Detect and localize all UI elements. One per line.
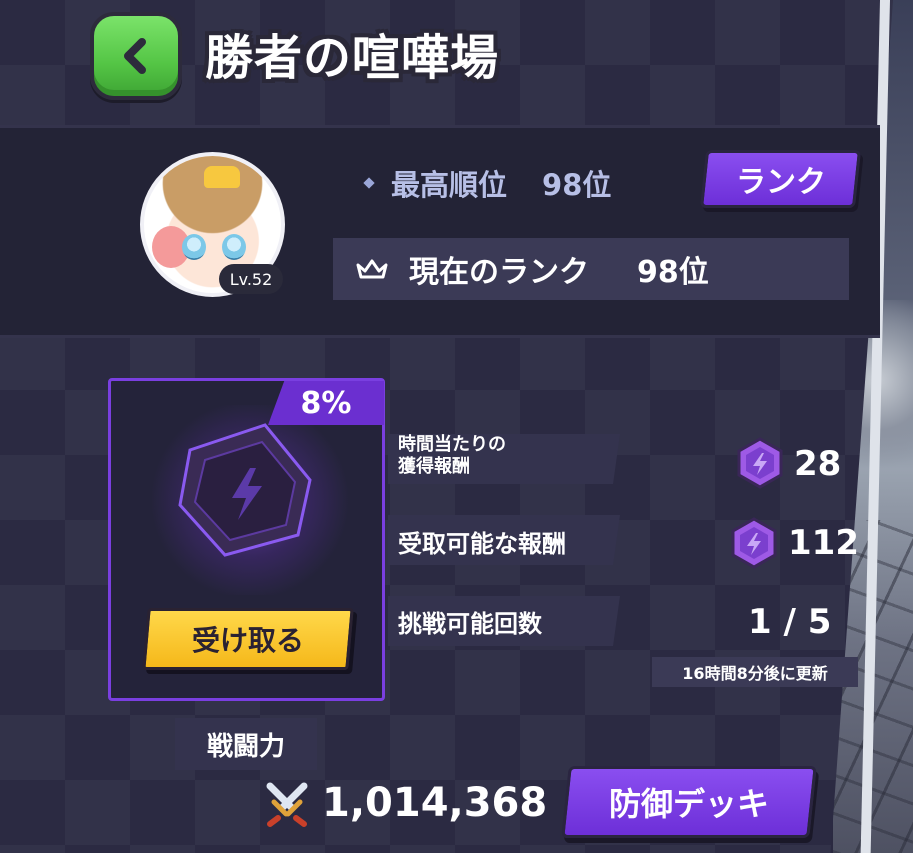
crossed-swords-icon: [266, 782, 308, 827]
combat-power-label: 戦闘力: [175, 718, 317, 770]
chevron-left-icon: [124, 38, 146, 74]
hexagon-gem-icon: [737, 437, 783, 489]
back-button[interactable]: [90, 12, 182, 100]
claim-button-label: 受け取る: [191, 624, 304, 657]
rank-button[interactable]: ランク: [699, 150, 862, 208]
page-title: 勝者の喧嘩場: [205, 30, 500, 86]
current-rank: 現在のランク 98位: [333, 238, 849, 300]
current-rank-label: 現在のランク: [409, 255, 589, 290]
diamond-bullet-icon: [363, 177, 375, 189]
combat-power-value: 1,014,368: [322, 780, 548, 826]
claimable-reward-label: 受取可能な報酬: [398, 530, 566, 558]
combat-power: 1,014,368: [262, 778, 547, 828]
hexagon-gem-icon: [178, 423, 312, 557]
defense-deck-button[interactable]: 防御デッキ: [561, 766, 817, 838]
hourly-reward-label: 時間当たりの 獲得報酬: [398, 434, 506, 477]
defense-deck-button-label: 防御デッキ: [608, 785, 769, 823]
current-rank-value: 98位: [637, 255, 709, 290]
attempts-label: 挑戦可能回数: [398, 610, 542, 638]
claimable-reward-value: 112: [788, 523, 859, 563]
attempts-value: 1 / 5: [748, 602, 832, 642]
hourly-reward-value: 28: [794, 444, 842, 484]
claim-button[interactable]: 受け取る: [142, 608, 354, 670]
rank-button-label: ランク: [735, 165, 826, 200]
crown-icon: [356, 259, 388, 279]
refresh-timer: 16時間8分後に更新: [652, 657, 858, 687]
hexagon-gem-icon: [731, 517, 777, 569]
best-rank-value: 98位: [542, 168, 612, 202]
best-rank-label: 最高順位: [391, 168, 508, 202]
level-badge: Lv.52: [219, 264, 283, 294]
best-rank: 最高順位 98位: [363, 162, 612, 204]
